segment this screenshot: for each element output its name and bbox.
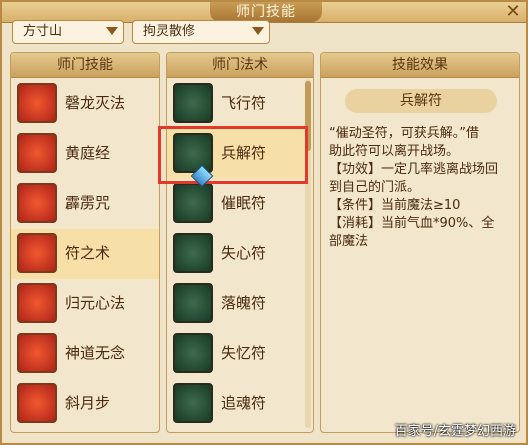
spell-item-label: 失忆符: [221, 344, 267, 362]
skill-item-fuzhishu[interactable]: 符之术: [11, 229, 159, 279]
skills-panel: 师门技能 磬龙灭法 黄庭经 霹雳咒 符之术 归元心法 神道无念 斜月步: [10, 52, 160, 433]
effect-panel: 技能效果 兵解符 “催动圣符，可获兵解。”借 助此符可以离开战场。 【功效】一定…: [320, 52, 520, 433]
sect-skills-window: 师门技能 ✕ 方寸山 拘灵散修 师门技能 磬龙灭法 黄庭经 霹雳咒 符之术 归元…: [0, 0, 528, 445]
effect-description: “催动圣符，可获兵解。”借 助此符可以离开战场。 【功效】一定几率逃离战场回 到…: [329, 125, 519, 251]
spell-item-cuimian[interactable]: 催眠符: [167, 179, 305, 229]
skill-item-label: 符之术: [65, 244, 111, 262]
subskill-dropdown[interactable]: 拘灵散修: [132, 20, 270, 44]
crescent-step-icon: [17, 383, 57, 423]
skill-item-panlong[interactable]: 磬龙灭法: [11, 79, 159, 129]
spell-item-label: 失心符: [221, 244, 267, 262]
talisman-icon: [17, 233, 57, 273]
effect-line: 部魔法: [329, 234, 369, 249]
effect-line: “催动圣符，可获兵解。”借: [329, 126, 479, 141]
spell-item-label: 催眠符: [221, 194, 267, 212]
thunder-icon: [17, 183, 57, 223]
effect-line: 【条件】当前魔法≥10: [329, 198, 461, 213]
selection-highlight: [158, 126, 308, 184]
effect-line: 【消耗】当前气血*90%、全: [329, 216, 495, 231]
spell-item-label: 飞行符: [221, 94, 267, 112]
spell-item-luopo[interactable]: 落魄符: [167, 279, 305, 329]
spell-item-label: 追魂符: [221, 394, 267, 412]
sect-dropdown[interactable]: 方寸山: [12, 20, 124, 44]
effect-spell-name: 兵解符: [345, 89, 497, 113]
core-icon: [17, 283, 57, 323]
watermark-text: 百家号/玄霆梦幻西游: [394, 424, 516, 439]
shrine-icon: [17, 333, 57, 373]
skill-item-xieyue[interactable]: 斜月步: [11, 379, 159, 429]
sect-dropdown-value: 方寸山: [23, 24, 63, 39]
soul-talisman-icon: [173, 283, 213, 323]
flight-talisman-icon: [173, 83, 213, 123]
skill-item-label: 磬龙灭法: [65, 94, 126, 112]
spell-item-label: 落魄符: [221, 294, 267, 312]
spell-item-feixing[interactable]: 飞行符: [167, 79, 305, 129]
skill-item-label: 归元心法: [65, 294, 126, 312]
skill-item-label: 斜月步: [65, 394, 111, 412]
effect-line: 【功效】一定几率逃离战场回: [329, 162, 499, 177]
window-title: 师门技能: [210, 2, 322, 22]
close-button[interactable]: ✕: [502, 2, 524, 22]
effect-panel-header: 技能效果: [321, 53, 519, 78]
chevron-down-icon: [252, 27, 264, 35]
skill-item-guiyuan[interactable]: 归元心法: [11, 279, 159, 329]
chevron-down-icon: [106, 27, 118, 35]
spells-panel: 师门法术 飞行符 兵解符 催眠符 失心符 落魄符 失忆符 追魂符: [166, 52, 314, 433]
subskill-dropdown-value: 拘灵散修: [143, 24, 196, 39]
mind-talisman-icon: [173, 233, 213, 273]
spell-item-shixin[interactable]: 失心符: [167, 229, 305, 279]
dragon-seal-icon: [17, 83, 57, 123]
skill-item-pili[interactable]: 霹雳咒: [11, 179, 159, 229]
skill-item-label: 霹雳咒: [65, 194, 111, 212]
skill-item-label: 黄庭经: [65, 144, 111, 162]
chase-talisman-icon: [173, 383, 213, 423]
effect-line: 助此符可以离开战场。: [329, 144, 460, 159]
skill-item-shendao[interactable]: 神道无念: [11, 329, 159, 379]
memory-talisman-icon: [173, 333, 213, 373]
spell-item-shiyi[interactable]: 失忆符: [167, 329, 305, 379]
spell-item-zhuihun[interactable]: 追魂符: [167, 379, 305, 429]
spells-panel-header: 师门法术: [167, 53, 313, 78]
skill-item-huangting[interactable]: 黄庭经: [11, 129, 159, 179]
skills-panel-header: 师门技能: [11, 53, 159, 78]
book-icon: [17, 133, 57, 173]
effect-line: 到自己的门派。: [329, 180, 421, 195]
sleep-talisman-icon: [173, 183, 213, 223]
skill-item-label: 神道无念: [65, 344, 126, 362]
